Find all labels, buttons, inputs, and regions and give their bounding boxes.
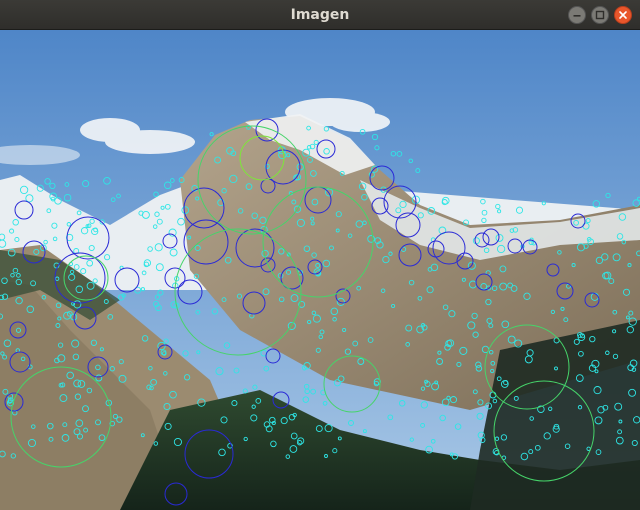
keypoints-image (0, 30, 640, 510)
title-bar[interactable]: Imagen (0, 0, 640, 30)
minimize-icon (573, 15, 581, 17)
maximize-icon (595, 10, 605, 20)
minimize-button[interactable] (568, 6, 586, 24)
window-controls (568, 6, 632, 24)
image-view (0, 30, 640, 510)
window-title: Imagen (290, 7, 350, 23)
app-window: Imagen (0, 0, 640, 510)
close-icon (619, 11, 627, 19)
close-button[interactable] (614, 6, 632, 24)
maximize-button[interactable] (591, 6, 609, 24)
